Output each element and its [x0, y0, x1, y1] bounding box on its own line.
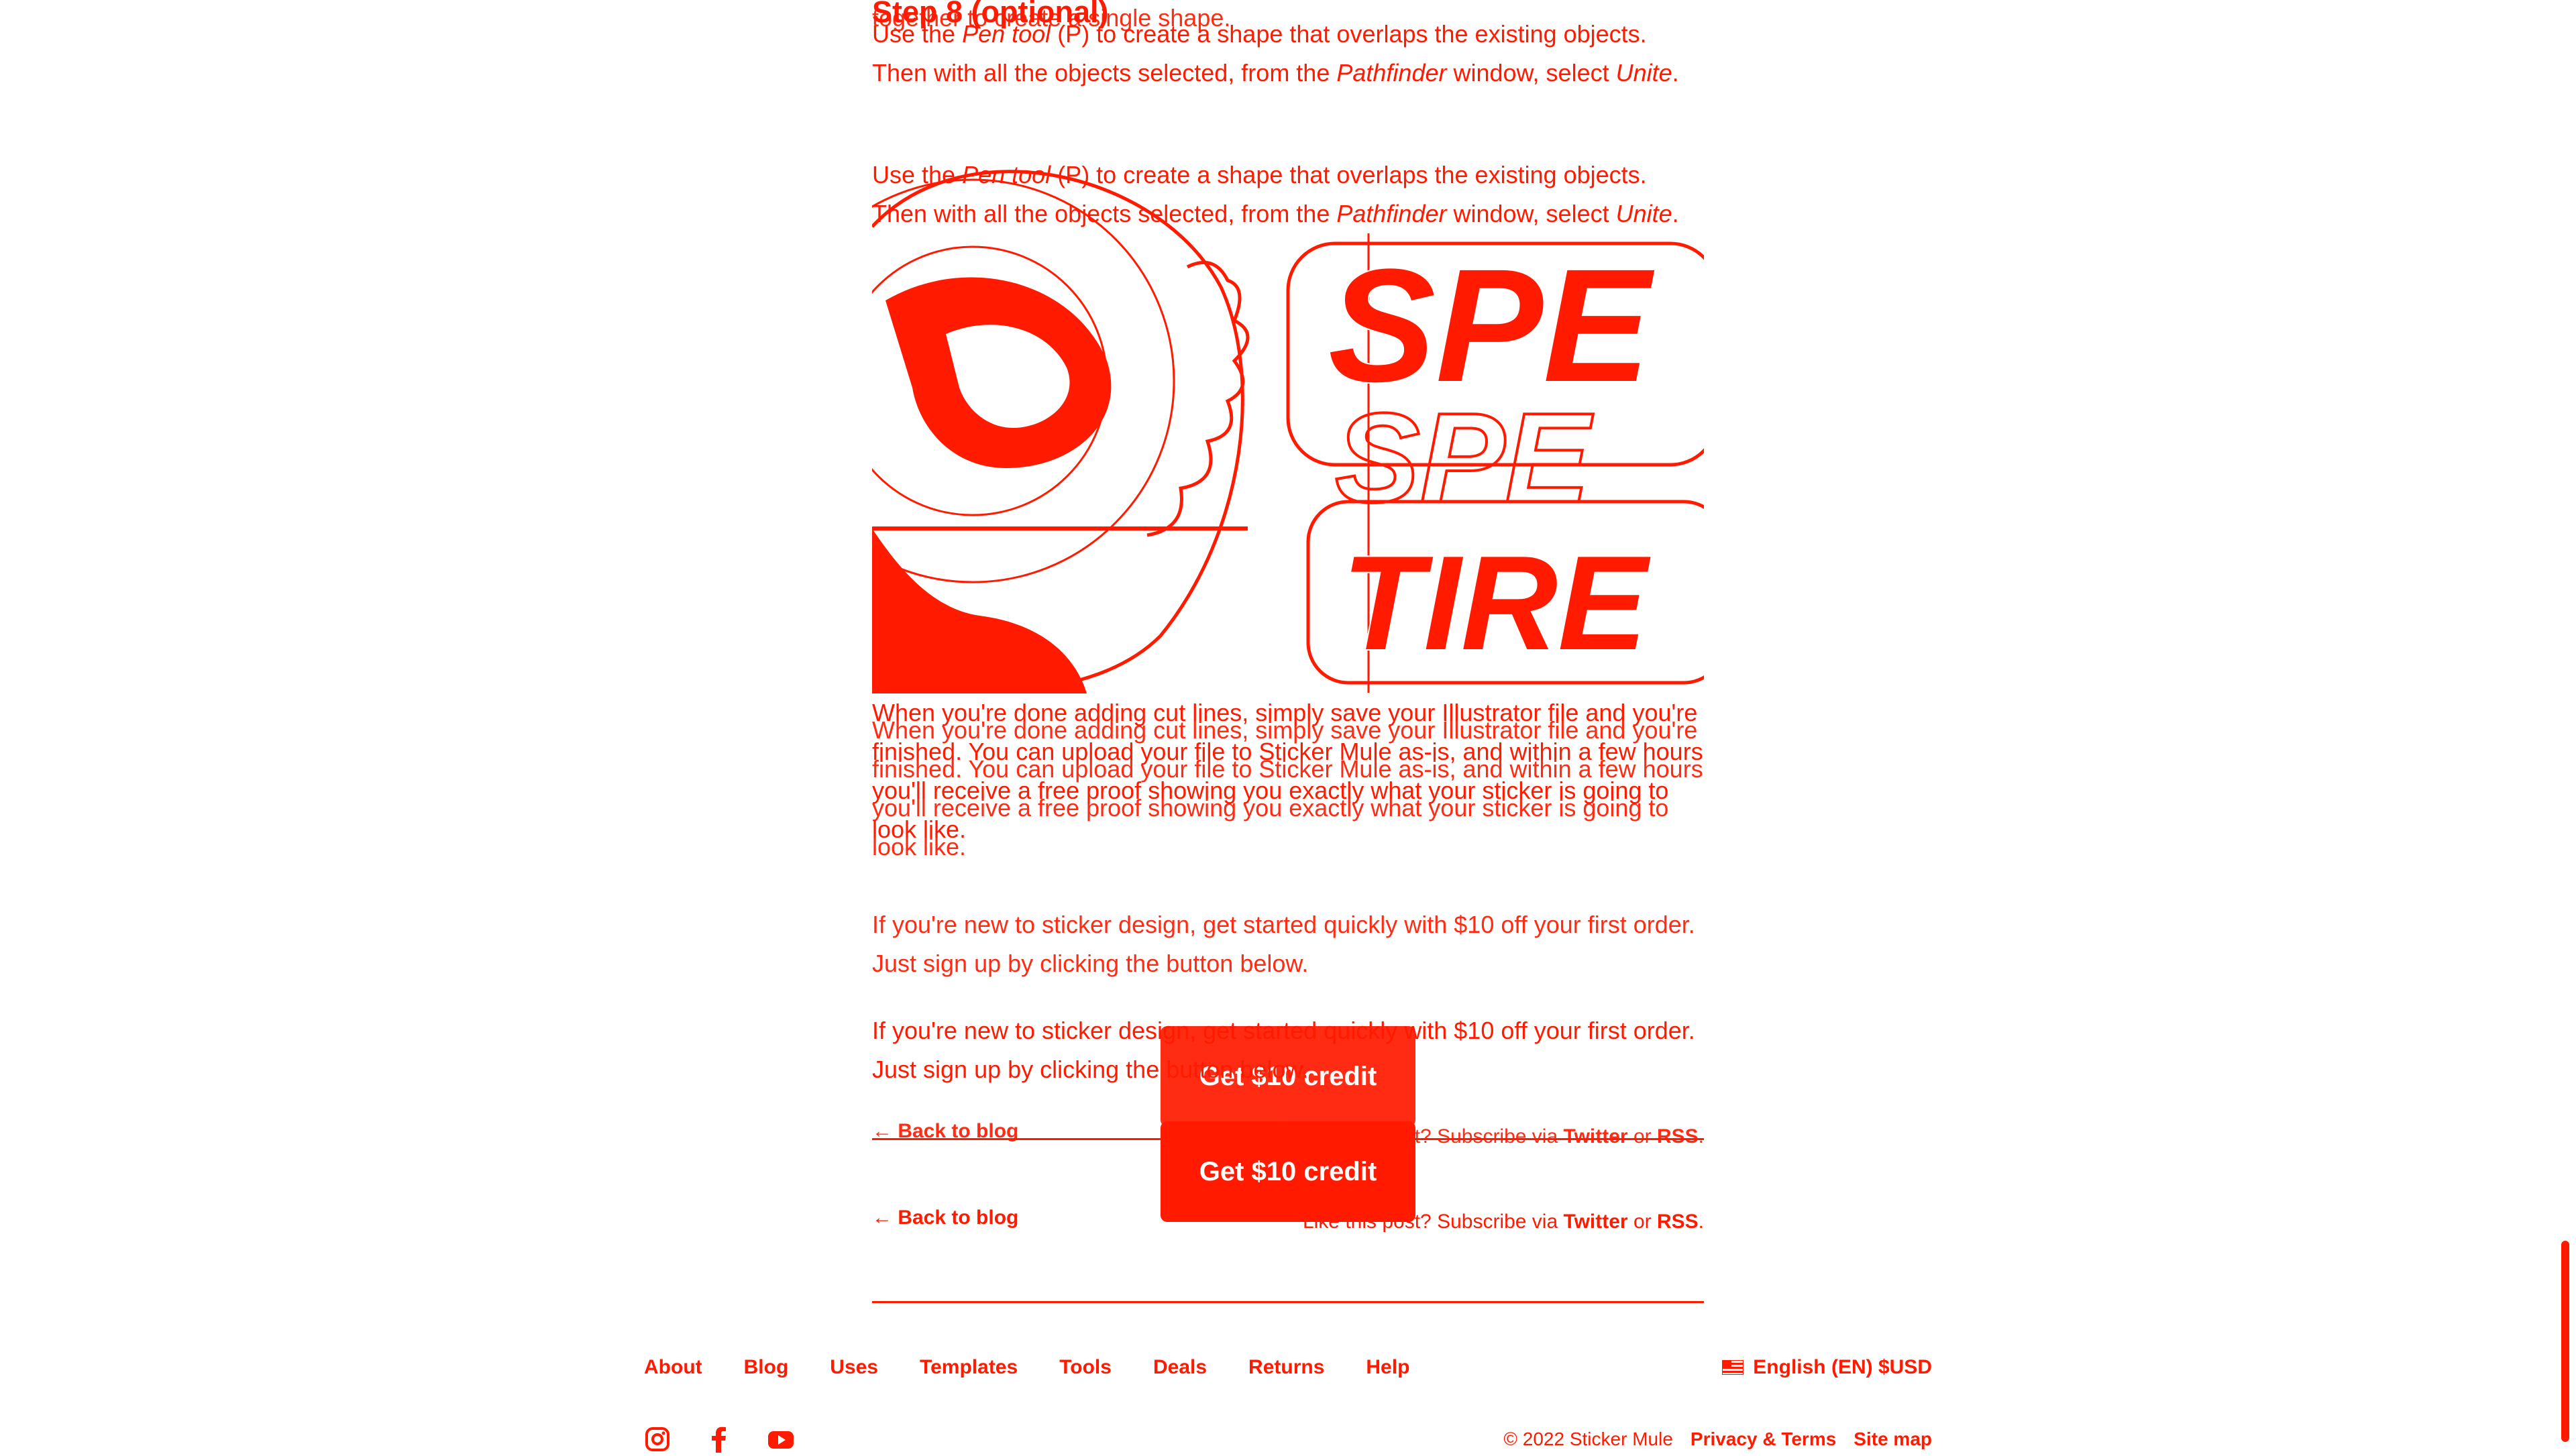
sticker-cutline-illustration: SPE SPE TIRE: [872, 170, 1704, 693]
sticker-word-middle: SPE: [1335, 387, 1593, 529]
footer-link-about[interactable]: About: [644, 1356, 702, 1379]
footer-link-blog[interactable]: Blog: [744, 1356, 789, 1379]
footer-link-uses[interactable]: Uses: [830, 1356, 878, 1379]
twitter-link[interactable]: Twitter: [1564, 1211, 1628, 1233]
sticker-wheel-fill: [872, 528, 1087, 693]
pen-tool-paragraph: Use the Pen tool (P) to create a shape t…: [872, 15, 1704, 93]
main-layer: Step 8 (optional) Use the Pen tool (P) t…: [0, 0, 2576, 1453]
footer-link-tools[interactable]: Tools: [1059, 1356, 1112, 1379]
signup-paragraph: If you're new to sticker design, get sta…: [872, 1017, 1695, 1083]
footer-link-returns[interactable]: Returns: [1248, 1356, 1324, 1379]
copyright-text: © 2022 Sticker Mule: [1503, 1429, 1673, 1449]
pen-para-c: window, select: [1446, 59, 1616, 87]
period-text: .: [1698, 1211, 1704, 1233]
pathfinder-term: Pathfinder: [1336, 59, 1447, 87]
back-to-blog-link[interactable]: ← Back to blog: [872, 1207, 1018, 1229]
scrollbar-thumb[interactable]: [2561, 1241, 2569, 1442]
pen-tool-term: Pen tool: [962, 20, 1051, 48]
subscribe-line: Like this post? Subscribe via Twitter or…: [1303, 1211, 1704, 1233]
locale-label: English (EN) $USD: [1753, 1356, 1932, 1378]
locale-selector[interactable]: English (EN) $USD: [1722, 1356, 1932, 1379]
page-scrollbar[interactable]: [2561, 1227, 2571, 1442]
privacy-terms-link[interactable]: Privacy & Terms: [1690, 1429, 1836, 1450]
us-flag-icon: [1722, 1360, 1744, 1375]
footer-link-templates[interactable]: Templates: [920, 1356, 1018, 1379]
social-links: [644, 1426, 794, 1453]
footer-nav: About Blog Uses Templates Tools Deals Re…: [644, 1356, 1451, 1379]
legal-line: © 2022 Sticker Mule Privacy & Terms Site…: [1503, 1429, 1932, 1450]
footer-link-deals[interactable]: Deals: [1153, 1356, 1207, 1379]
sitemap-link[interactable]: Site map: [1854, 1429, 1932, 1450]
pen-para-a: Use the: [872, 20, 963, 48]
done-adding-cutlines-paragraph: When you're done adding cut lines, simpl…: [872, 699, 1703, 843]
youtube-icon[interactable]: [767, 1426, 794, 1453]
get-credit-button[interactable]: Get $10 credit: [1161, 1121, 1415, 1222]
pen-para-d: .: [1672, 59, 1679, 87]
divider-bottom: [872, 1301, 1704, 1303]
footer-link-help[interactable]: Help: [1366, 1356, 1409, 1379]
facebook-icon[interactable]: [706, 1426, 733, 1453]
or-text: or: [1627, 1211, 1657, 1233]
sticker-word-bottom: TIRE: [1342, 528, 1651, 678]
rss-link[interactable]: RSS: [1657, 1211, 1699, 1233]
unite-term: Unite: [1615, 59, 1672, 87]
sticker-lettering-bump: [1146, 260, 1250, 537]
subscribe-prefix: Like this post? Subscribe via: [1302, 1211, 1564, 1233]
divider-top: [872, 1138, 1704, 1140]
instagram-icon[interactable]: [644, 1426, 671, 1453]
